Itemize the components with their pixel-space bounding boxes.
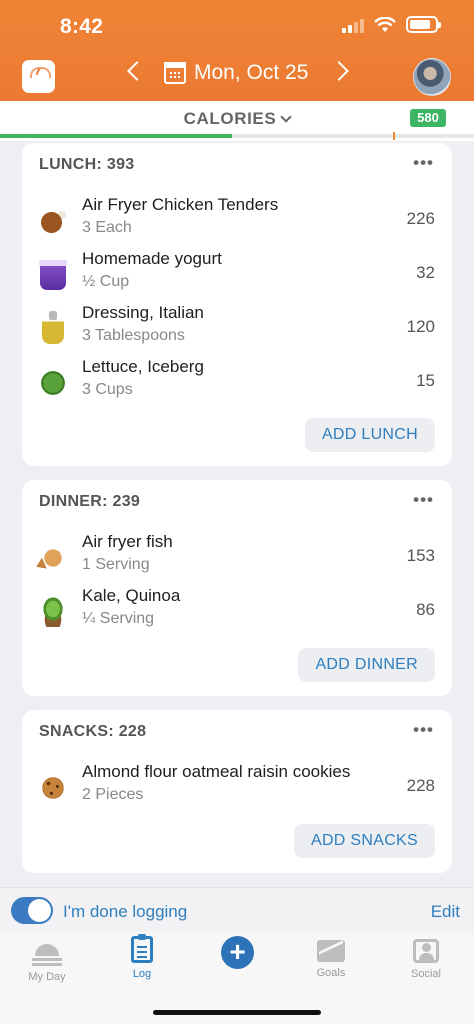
- food-amount: 3 Cups: [82, 381, 133, 398]
- done-logging-bar: I'm done logging Edit: [0, 887, 474, 932]
- tab-label: Goals: [316, 967, 346, 979]
- tab-label: Social: [411, 968, 441, 980]
- food-calories: 32: [416, 263, 435, 282]
- edit-button[interactable]: Edit: [431, 902, 460, 922]
- calorie-dropdown[interactable]: CALORIES: [0, 109, 474, 129]
- food-item[interactable]: Homemade yogurt ½ Cup 32: [22, 249, 452, 299]
- salad-icon: [38, 597, 68, 627]
- food-amount: 3 Tablespoons: [82, 327, 185, 344]
- yogurt-icon: [39, 260, 67, 290]
- food-name: Almond flour oatmeal raisin cookies: [82, 762, 351, 781]
- food-item[interactable]: Kale, Quinoa ¼ Serving 86: [22, 586, 452, 636]
- food-name: Lettuce, Iceberg: [82, 357, 204, 376]
- home-indicator: [153, 1010, 321, 1015]
- food-name: Homemade yogurt: [82, 249, 222, 268]
- food-item[interactable]: Dressing, Italian 3 Tablespoons 120: [22, 303, 452, 353]
- add-entry-button[interactable]: +: [221, 936, 254, 969]
- meal-title: SNACKS: 228: [39, 723, 147, 740]
- tab-social[interactable]: Social: [391, 936, 461, 980]
- meal-card-dinner: DINNER: 239 ••• Air fryer fish 1 Serving…: [22, 480, 452, 696]
- date-label: Mon, Oct 25: [194, 61, 309, 84]
- add-snacks-button[interactable]: ADD SNACKS: [293, 824, 435, 858]
- app-header: 8:42 Mon, Oct 25: [0, 0, 474, 101]
- done-logging-label: I'm done logging: [63, 902, 188, 921]
- meal-title: DINNER: 239: [39, 493, 141, 510]
- status-time: 8:42: [60, 15, 104, 38]
- food-amount: 2 Pieces: [82, 786, 144, 803]
- more-options-icon[interactable]: •••: [413, 490, 434, 510]
- food-calories: 228: [406, 776, 435, 795]
- avatar[interactable]: [413, 58, 451, 96]
- food-calories: 15: [416, 371, 435, 390]
- goals-icon: [317, 940, 345, 962]
- more-options-icon[interactable]: •••: [413, 153, 434, 173]
- done-logging-toggle[interactable]: [11, 897, 53, 924]
- social-icon: [413, 939, 439, 963]
- food-amount: ¼ Serving: [82, 610, 155, 627]
- date-navigation: Mon, Oct 25: [0, 56, 474, 98]
- food-amount: ½ Cup: [82, 273, 130, 290]
- chicken-icon: [38, 206, 68, 236]
- food-item[interactable]: Almond flour oatmeal raisin cookies 2 Pi…: [22, 762, 452, 812]
- food-amount: 1 Serving: [82, 556, 150, 573]
- chevron-left-icon[interactable]: [127, 61, 147, 81]
- cookie-icon: [38, 773, 68, 803]
- more-options-icon[interactable]: •••: [413, 720, 434, 740]
- sunrise-icon: [32, 936, 62, 966]
- food-calories: 120: [406, 317, 435, 336]
- food-calories: 226: [406, 209, 435, 228]
- calorie-title: CALORIES: [183, 109, 277, 128]
- tab-label: Log: [132, 968, 152, 980]
- calendar-icon: [164, 62, 186, 84]
- toggle-knob: [28, 899, 51, 922]
- food-name: Kale, Quinoa: [82, 586, 181, 605]
- calorie-progress-fill: [0, 134, 233, 138]
- tab-my-day[interactable]: My Day: [12, 936, 82, 983]
- add-lunch-button[interactable]: ADD LUNCH: [304, 418, 435, 452]
- tab-label: My Day: [28, 971, 66, 983]
- food-item[interactable]: Lettuce, Iceberg 3 Cups 15: [22, 357, 452, 407]
- food-amount: 3 Each: [82, 219, 132, 236]
- food-calories: 86: [416, 600, 435, 619]
- fish-icon: [33, 538, 73, 578]
- tab-goals[interactable]: Goals: [296, 936, 366, 979]
- tab-log[interactable]: Log: [107, 934, 177, 980]
- meal-card-snacks: SNACKS: 228 ••• Almond flour oatmeal rai…: [22, 710, 452, 873]
- food-name: Air fryer fish: [82, 532, 173, 551]
- battery-level: [410, 20, 431, 29]
- food-calories: 153: [406, 546, 435, 565]
- status-icons: [342, 16, 441, 33]
- food-name: Dressing, Italian: [82, 303, 204, 322]
- calorie-goal-marker: [393, 132, 395, 140]
- date-selector[interactable]: Mon, Oct 25: [164, 61, 308, 85]
- food-item[interactable]: Air Fryer Chicken Tenders 3 Each 226: [22, 195, 452, 245]
- food-name: Air Fryer Chicken Tenders: [82, 195, 279, 214]
- scale-icon[interactable]: [22, 60, 55, 93]
- clipboard-icon: [131, 934, 153, 963]
- battery-icon: [406, 16, 441, 33]
- remaining-calories-badge: 580: [410, 109, 446, 127]
- chevron-down-icon: [280, 111, 292, 123]
- wifi-icon: [374, 16, 396, 32]
- food-item[interactable]: Air fryer fish 1 Serving 153: [22, 532, 452, 582]
- add-dinner-button[interactable]: ADD DINNER: [298, 648, 435, 682]
- meal-card-lunch: LUNCH: 393 ••• Air Fryer Chicken Tenders…: [22, 143, 452, 466]
- status-bar: 8:42: [0, 0, 474, 50]
- lettuce-icon: [33, 363, 73, 403]
- calorie-progress-bar: [0, 132, 474, 140]
- signal-icon: [342, 17, 364, 33]
- oil-bottle-icon: [42, 311, 64, 344]
- chevron-right-icon[interactable]: [329, 61, 349, 81]
- meal-title: LUNCH: 393: [39, 156, 135, 173]
